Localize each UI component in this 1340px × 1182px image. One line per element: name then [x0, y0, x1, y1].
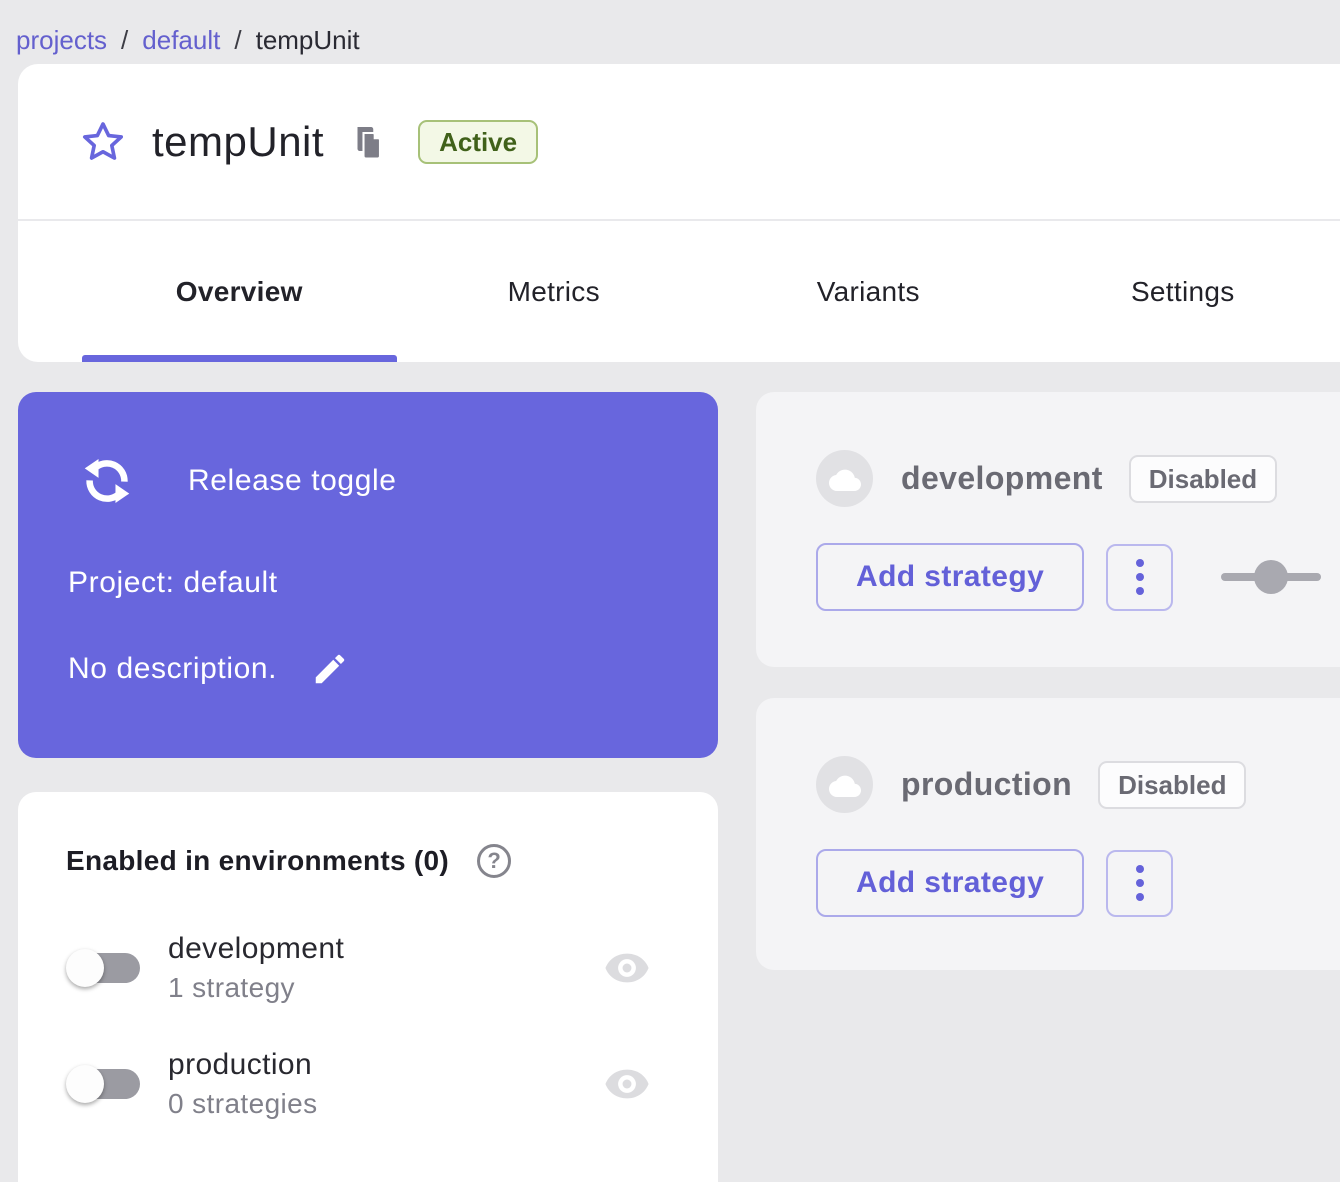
tab-settings[interactable]: Settings — [1026, 221, 1340, 362]
edit-description-button[interactable] — [311, 650, 349, 688]
add-strategy-button[interactable]: Add strategy — [816, 543, 1084, 611]
active-tab-indicator — [82, 355, 397, 362]
description-row: No description. — [68, 650, 678, 688]
project-label: Project: default — [68, 566, 678, 600]
production-toggle-switch[interactable] — [66, 1063, 144, 1105]
toggle-type-label: Release toggle — [188, 464, 397, 498]
kebab-icon — [1136, 865, 1144, 873]
tabs: Overview Metrics Variants Settings — [18, 221, 1340, 362]
more-options-button[interactable] — [1106, 544, 1173, 611]
eye-icon — [604, 953, 650, 983]
description-text: No description. — [68, 652, 277, 686]
environment-strategy-count: 0 strategies — [168, 1088, 318, 1120]
release-toggle-card: Release toggle Project: default No descr… — [18, 392, 718, 758]
status-badge: Active — [418, 120, 538, 164]
environment-name: production — [168, 1048, 318, 1082]
enabled-environments-card: Enabled in environments (0) ? developmen… — [18, 792, 718, 1182]
environment-status-badge: Disabled — [1129, 455, 1277, 503]
right-column: development Disabled Add strategy — [756, 392, 1340, 1182]
environment-strategy-count: 1 strategy — [168, 972, 344, 1004]
breadcrumb-default[interactable]: default — [142, 25, 220, 56]
favorite-button[interactable] — [80, 119, 126, 165]
environment-name: development — [168, 932, 344, 966]
breadcrumb-projects[interactable]: projects — [16, 25, 107, 56]
kebab-icon — [1136, 559, 1144, 567]
more-options-button[interactable] — [1106, 850, 1173, 917]
title-row: tempUnit Active — [18, 64, 1340, 219]
visibility-toggle-development[interactable] — [604, 953, 650, 983]
development-panel-actions: Add strategy — [816, 543, 1340, 611]
tab-variants[interactable]: Variants — [711, 221, 1026, 362]
star-icon — [80, 119, 126, 165]
visibility-toggle-production[interactable] — [604, 1069, 650, 1099]
tab-metrics[interactable]: Metrics — [397, 221, 712, 362]
eye-icon — [604, 1069, 650, 1099]
add-strategy-button[interactable]: Add strategy — [816, 849, 1084, 917]
enabled-environments-title: Enabled in environments (0) — [66, 845, 449, 877]
breadcrumb-current: tempUnit — [256, 25, 360, 56]
production-panel-header: production Disabled — [816, 756, 1340, 813]
breadcrumb-separator: / — [234, 25, 241, 56]
environment-status-badge: Disabled — [1098, 761, 1246, 809]
environment-avatar — [816, 756, 873, 813]
breadcrumb-separator: / — [121, 25, 128, 56]
cloud-icon — [829, 467, 861, 491]
loop-icon — [78, 452, 136, 510]
production-panel-actions: Add strategy — [816, 849, 1340, 917]
environment-row-development: development 1 strategy — [66, 932, 674, 1004]
left-column: Release toggle Project: default No descr… — [18, 392, 718, 1182]
environment-row-production: production 0 strategies — [66, 1048, 674, 1120]
environment-avatar — [816, 450, 873, 507]
panel-environment-name: production — [901, 766, 1072, 803]
copy-name-button[interactable] — [348, 122, 388, 162]
copy-icon — [350, 124, 386, 160]
help-icon[interactable]: ? — [477, 844, 511, 878]
tab-overview[interactable]: Overview — [82, 221, 397, 362]
page-title: tempUnit — [152, 118, 324, 166]
cloud-icon — [829, 773, 861, 797]
panel-environment-name: development — [901, 460, 1103, 497]
main-content: Release toggle Project: default No descr… — [18, 392, 1340, 1182]
development-environment-panel: development Disabled Add strategy — [756, 392, 1340, 667]
release-card-header: Release toggle — [68, 452, 678, 510]
breadcrumb: projects / default / tempUnit — [0, 0, 1340, 64]
rollout-slider-icon — [1221, 559, 1321, 595]
production-environment-panel: production Disabled Add strategy — [756, 698, 1340, 970]
development-toggle-switch[interactable] — [66, 947, 144, 989]
feature-header-card: tempUnit Active Overview Metrics Variant… — [18, 64, 1340, 362]
development-panel-header: development Disabled — [816, 450, 1340, 507]
enabled-environments-header: Enabled in environments (0) ? — [66, 844, 674, 878]
pencil-icon — [311, 650, 349, 688]
